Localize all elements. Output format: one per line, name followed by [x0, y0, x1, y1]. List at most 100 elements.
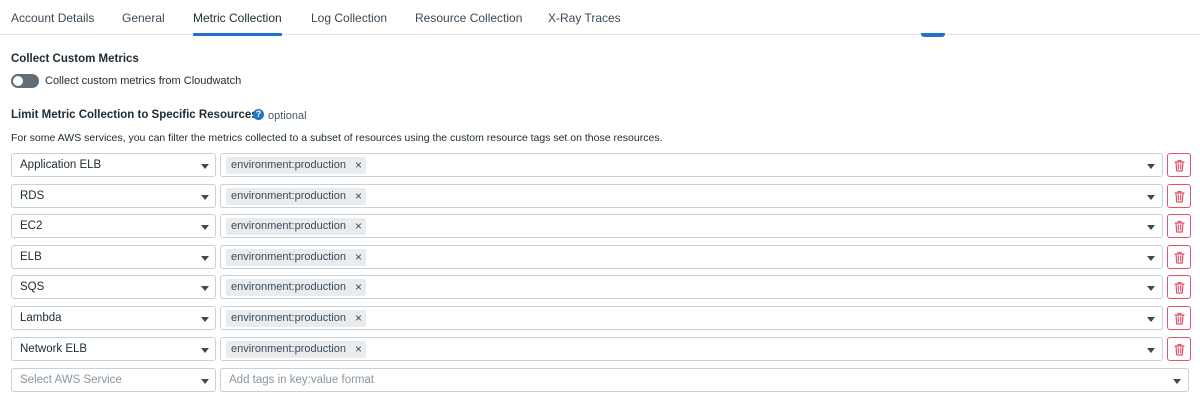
- tag-chip-label: environment:production: [231, 159, 346, 171]
- chevron-down-icon: [1147, 195, 1155, 200]
- close-icon[interactable]: ×: [355, 341, 362, 358]
- tag-chip: environment:production ×: [226, 157, 366, 174]
- delete-filter-button[interactable]: [1167, 184, 1191, 208]
- resource-tags-select[interactable]: environment:production ×: [220, 184, 1163, 208]
- tag-chip-label: environment:production: [231, 251, 346, 263]
- aws-service-value: Network ELB: [20, 343, 88, 355]
- chevron-down-icon: [201, 225, 209, 230]
- delete-filter-button[interactable]: [1167, 245, 1191, 269]
- chevron-down-icon: [201, 286, 209, 291]
- close-icon[interactable]: ×: [355, 218, 362, 235]
- close-icon[interactable]: ×: [355, 279, 362, 296]
- aws-service-select[interactable]: RDS: [11, 184, 216, 208]
- tag-chip: environment:production ×: [226, 279, 366, 296]
- tab-account-details[interactable]: Account Details: [11, 0, 94, 35]
- aws-service-select[interactable]: EC2: [11, 214, 216, 238]
- filter-row: Network ELB environment:production ×: [0, 337, 1200, 361]
- toggle-knob: [13, 76, 23, 86]
- filter-row: SQS environment:production ×: [0, 275, 1200, 299]
- delete-filter-button[interactable]: [1167, 214, 1191, 238]
- resource-tags-select[interactable]: environment:production ×: [220, 306, 1163, 330]
- chevron-down-icon: [201, 195, 209, 200]
- chevron-down-icon: [201, 317, 209, 322]
- delete-filter-button[interactable]: [1167, 275, 1191, 299]
- close-icon[interactable]: ×: [355, 188, 362, 205]
- trash-icon: [1174, 312, 1185, 325]
- aws-service-select[interactable]: Select AWS Service: [11, 368, 216, 392]
- aws-service-placeholder: Select AWS Service: [20, 374, 122, 386]
- optional-label: optional: [268, 110, 307, 122]
- delete-filter-button[interactable]: [1167, 153, 1191, 177]
- chevron-down-icon: [201, 379, 209, 384]
- tag-chip: environment:production ×: [226, 310, 366, 327]
- trash-icon: [1174, 281, 1185, 294]
- aws-service-value: SQS: [20, 281, 45, 293]
- tag-chip-label: environment:production: [231, 220, 346, 232]
- tab-general[interactable]: General: [122, 0, 165, 35]
- aws-service-value: EC2: [20, 220, 43, 232]
- tab-log-collection[interactable]: Log Collection: [311, 0, 387, 35]
- aws-service-value: Lambda: [20, 312, 62, 324]
- resource-tags-select[interactable]: environment:production ×: [220, 275, 1163, 299]
- close-icon[interactable]: ×: [355, 249, 362, 266]
- resource-tags-input[interactable]: Add tags in key:value format: [220, 368, 1189, 392]
- resource-tags-select[interactable]: environment:production ×: [220, 214, 1163, 238]
- custom-metrics-toggle-label: Collect custom metrics from Cloudwatch: [45, 75, 242, 87]
- trash-icon: [1174, 343, 1185, 356]
- aws-service-select[interactable]: SQS: [11, 275, 216, 299]
- resource-tags-select[interactable]: environment:production ×: [220, 153, 1163, 177]
- resource-tags-select[interactable]: environment:production ×: [220, 337, 1163, 361]
- custom-metrics-toggle[interactable]: [11, 74, 39, 88]
- aws-service-select[interactable]: ELB: [11, 245, 216, 269]
- chevron-down-icon: [1147, 348, 1155, 353]
- limit-collection-description: For some AWS services, you can filter th…: [11, 132, 663, 144]
- aws-service-select[interactable]: Application ELB: [11, 153, 216, 177]
- chevron-down-icon: [1147, 164, 1155, 169]
- tag-chip: environment:production ×: [226, 218, 366, 235]
- close-icon[interactable]: ×: [355, 310, 362, 327]
- delete-filter-button[interactable]: [1167, 306, 1191, 330]
- chevron-down-icon: [201, 164, 209, 169]
- trash-icon: [1174, 220, 1185, 233]
- chevron-down-icon: [201, 256, 209, 261]
- aws-service-value: RDS: [20, 190, 45, 202]
- scroll-indicator: [921, 33, 945, 37]
- tag-chip-label: environment:production: [231, 281, 346, 293]
- filter-row: Lambda environment:production ×: [0, 306, 1200, 330]
- aws-service-value: Application ELB: [20, 159, 102, 171]
- custom-metrics-title: Collect Custom Metrics: [11, 53, 139, 65]
- tab-metric-collection[interactable]: Metric Collection: [193, 0, 282, 36]
- filter-row: RDS environment:production ×: [0, 184, 1200, 208]
- tab-bar: Account Details General Metric Collectio…: [0, 0, 1200, 36]
- question-circle-icon[interactable]: ?: [253, 109, 264, 120]
- aws-service-select[interactable]: Network ELB: [11, 337, 216, 361]
- chevron-down-icon: [1147, 317, 1155, 322]
- trash-icon: [1174, 190, 1185, 203]
- chevron-down-icon: [1147, 286, 1155, 291]
- chevron-down-icon: [1173, 379, 1181, 384]
- tag-chip: environment:production ×: [226, 341, 366, 358]
- trash-icon: [1174, 251, 1185, 264]
- tags-placeholder: Add tags in key:value format: [229, 374, 375, 386]
- chevron-down-icon: [1147, 225, 1155, 230]
- trash-icon: [1174, 159, 1185, 172]
- filter-row: Application ELB environment:production ×: [0, 153, 1200, 177]
- close-icon[interactable]: ×: [355, 157, 362, 174]
- delete-filter-button[interactable]: [1167, 337, 1191, 361]
- new-filter-row: Select AWS Service Add tags in key:value…: [0, 368, 1200, 392]
- resource-tags-select[interactable]: environment:production ×: [220, 245, 1163, 269]
- tag-chip-label: environment:production: [231, 312, 346, 324]
- chevron-down-icon: [1147, 256, 1155, 261]
- filter-row: ELB environment:production ×: [0, 245, 1200, 269]
- tag-chip: environment:production ×: [226, 249, 366, 266]
- aws-service-value: ELB: [20, 251, 42, 263]
- filter-row: EC2 environment:production ×: [0, 214, 1200, 238]
- tag-chip-label: environment:production: [231, 190, 346, 202]
- tab-xray-traces[interactable]: X-Ray Traces: [548, 0, 621, 35]
- aws-service-select[interactable]: Lambda: [11, 306, 216, 330]
- tag-chip-label: environment:production: [231, 343, 346, 355]
- tag-chip: environment:production ×: [226, 188, 366, 205]
- tab-resource-collection[interactable]: Resource Collection: [415, 0, 522, 35]
- chevron-down-icon: [201, 348, 209, 353]
- limit-collection-title: Limit Metric Collection to Specific Reso…: [11, 109, 258, 121]
